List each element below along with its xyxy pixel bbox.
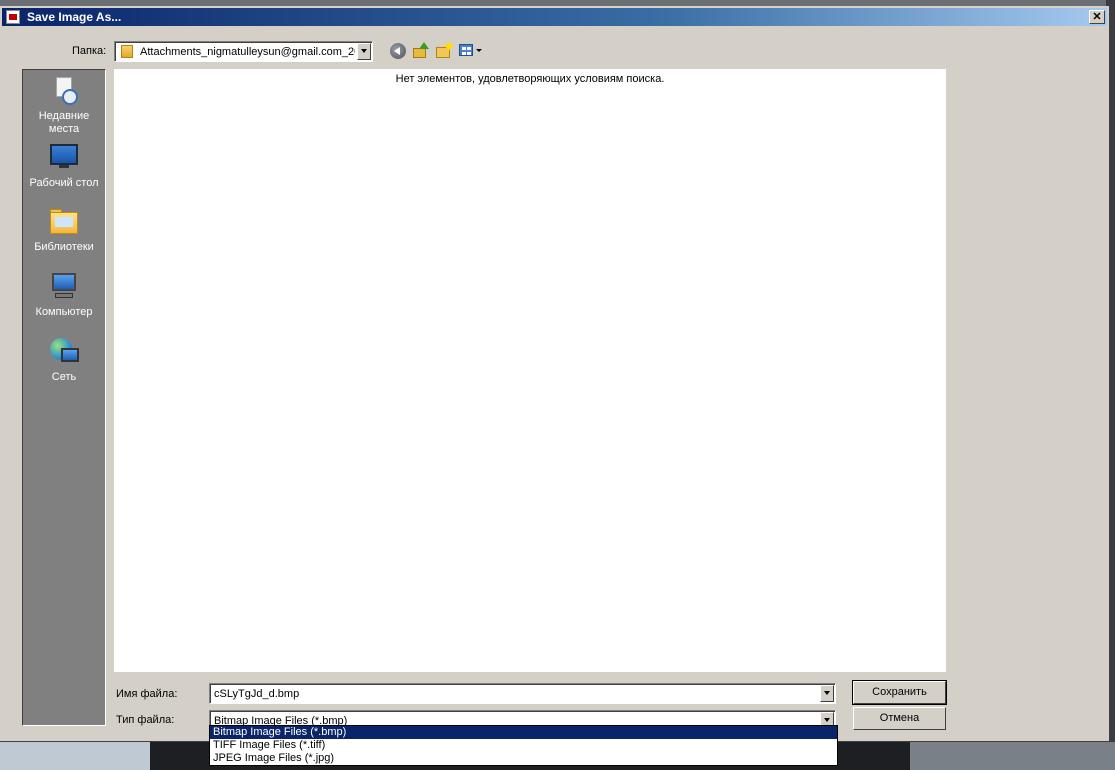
view-menu-icon[interactable]	[459, 43, 483, 59]
new-folder-icon[interactable]	[436, 41, 454, 59]
place-desktop[interactable]: Рабочий стол	[23, 142, 105, 190]
place-computer[interactable]: Компьютер	[23, 271, 105, 319]
folder-dropdown-button[interactable]	[357, 43, 371, 60]
filetype-option-tiff[interactable]: TIFF Image Files (*.tiff)	[210, 739, 837, 752]
pdf-app-icon	[6, 10, 20, 24]
place-recent[interactable]: Недавние места	[23, 75, 105, 136]
filename-dropdown-button[interactable]	[820, 685, 834, 702]
save-button[interactable]: Сохранить	[852, 680, 947, 705]
place-label: Рабочий стол	[29, 177, 99, 189]
title-bar[interactable]: Save Image As... ✕	[2, 8, 1107, 26]
place-libraries[interactable]: Библиотеки	[23, 206, 105, 254]
close-button[interactable]: ✕	[1089, 10, 1105, 24]
libraries-icon	[48, 206, 80, 238]
empty-message: Нет элементов, удовлетворяющих условиям …	[395, 73, 665, 85]
up-folder-icon[interactable]	[413, 42, 429, 58]
cancel-button[interactable]: Отмена	[853, 707, 946, 730]
place-network[interactable]: Сеть	[23, 336, 105, 384]
place-label: Недавние места	[38, 110, 90, 135]
filename-value: cSLyTgJd_d.bmp	[214, 688, 300, 700]
back-icon[interactable]	[390, 43, 406, 59]
file-list[interactable]: Нет элементов, удовлетворяющих условиям …	[113, 68, 947, 673]
filename-input[interactable]: cSLyTgJd_d.bmp	[209, 683, 836, 704]
place-label: Сеть	[51, 371, 77, 383]
filename-label: Имя файла:	[116, 688, 178, 700]
places-bar: Недавние места Рабочий стол Библиотеки К…	[22, 69, 106, 726]
filetype-label: Тип файла:	[116, 714, 175, 726]
filetype-dropdown-list: Bitmap Image Files (*.bmp) TIFF Image Fi…	[209, 725, 838, 766]
network-icon	[48, 336, 80, 368]
filetype-option-bmp[interactable]: Bitmap Image Files (*.bmp)	[210, 726, 837, 739]
desktop-icon	[48, 142, 80, 174]
folder-select[interactable]: Attachments_nigmatulleysun@gmail.com_202	[114, 41, 373, 62]
place-label: Компьютер	[35, 306, 93, 318]
computer-icon	[48, 271, 80, 303]
window-title: Save Image As...	[27, 10, 122, 24]
folder-value: Attachments_nigmatulleysun@gmail.com_202	[140, 46, 355, 58]
folder-icon	[121, 45, 133, 58]
place-label: Библиотеки	[34, 241, 94, 253]
filetype-option-jpg[interactable]: JPEG Image Files (*.jpg)	[210, 752, 837, 765]
folder-label: Папка:	[72, 45, 107, 57]
save-image-dialog: Save Image As... ✕ Папка: Attachments_ni…	[0, 6, 1110, 742]
recent-places-icon	[48, 75, 80, 107]
